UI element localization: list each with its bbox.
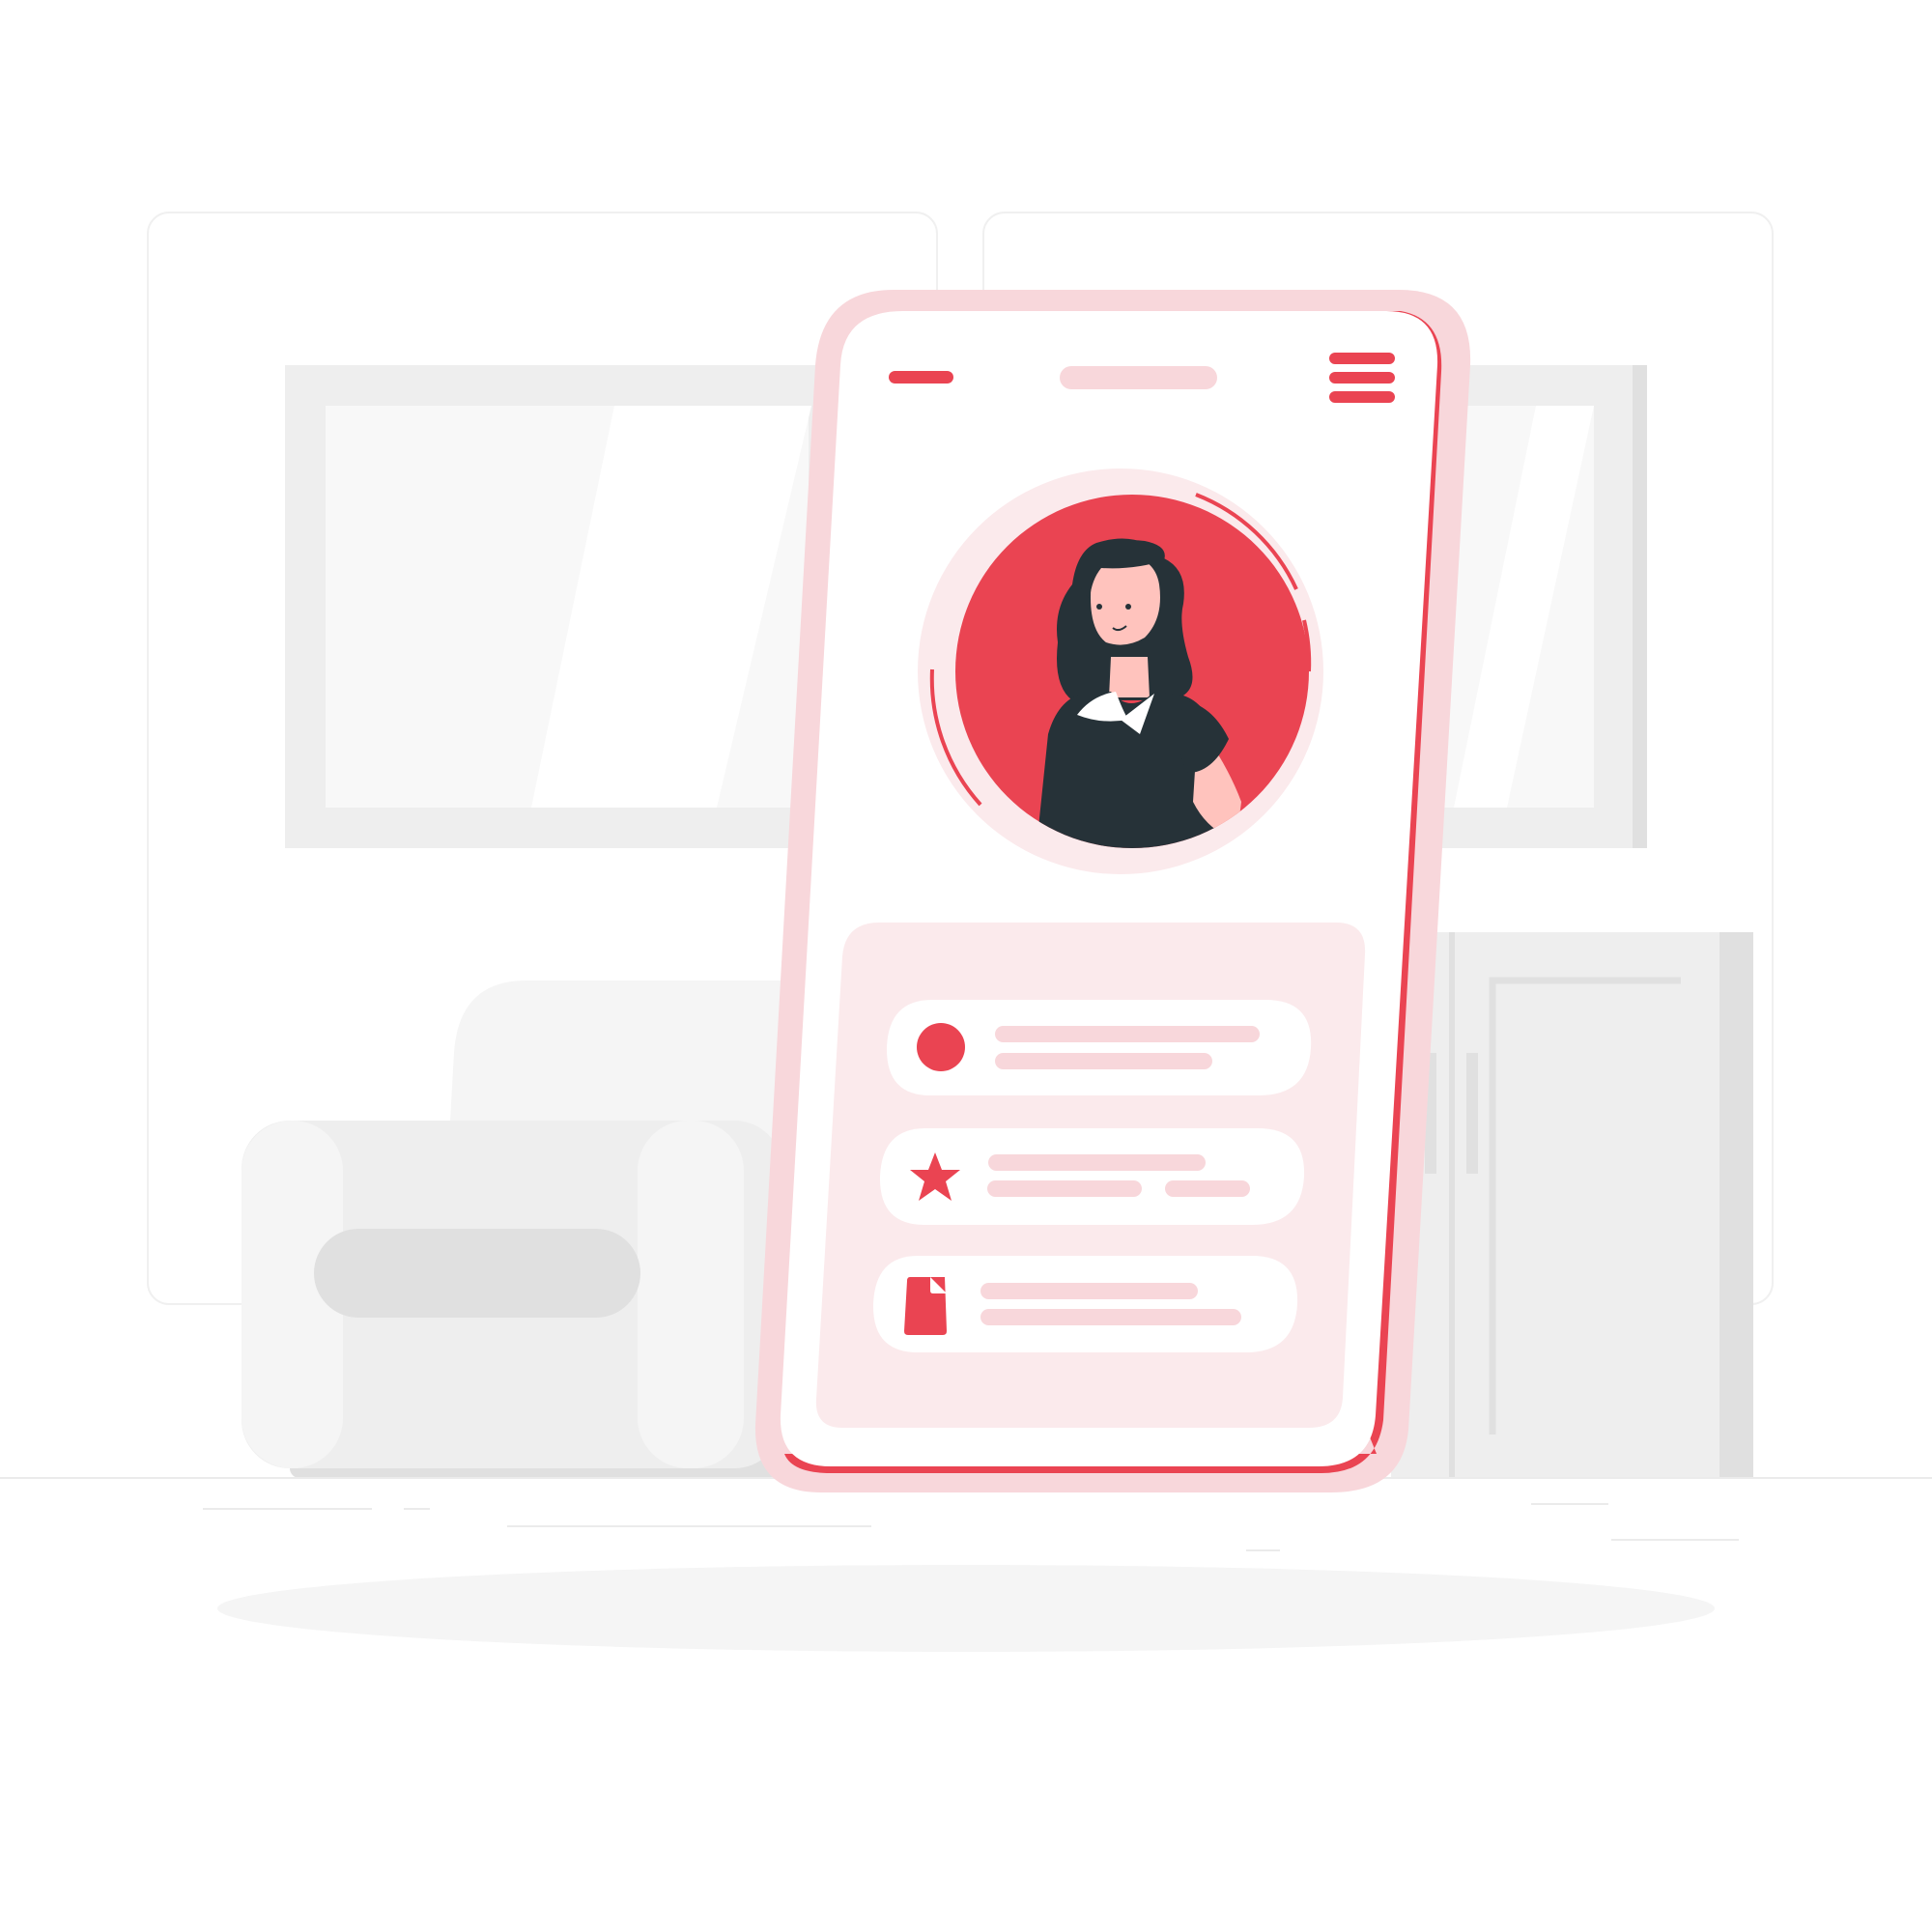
illustration-scene: [0, 0, 1932, 1932]
back-bar-icon[interactable]: [889, 371, 953, 384]
list-item[interactable]: [872, 1256, 1298, 1352]
floor-marks: [203, 1503, 1739, 1551]
list-item-line: [987, 1180, 1142, 1197]
window-left: [285, 365, 826, 848]
document-icon: [904, 1277, 947, 1335]
list-item-line: [980, 1309, 1241, 1325]
hamburger-menu-icon[interactable]: [1329, 353, 1395, 403]
list-item-line: [1165, 1180, 1250, 1197]
cabinet: [1391, 932, 1753, 1478]
list-item-line: [988, 1154, 1206, 1171]
phone-device: [754, 290, 1471, 1492]
list-item-line: [980, 1283, 1198, 1299]
list-item-line: [995, 1053, 1212, 1069]
list-item[interactable]: [879, 1128, 1305, 1225]
list-item[interactable]: [886, 1000, 1312, 1095]
red-dot-icon: [917, 1023, 965, 1071]
title-placeholder-bar: [1060, 366, 1217, 389]
floor-shadow: [217, 1565, 1715, 1652]
list-item-line: [995, 1026, 1260, 1042]
profile-avatar[interactable]: [918, 469, 1323, 874]
